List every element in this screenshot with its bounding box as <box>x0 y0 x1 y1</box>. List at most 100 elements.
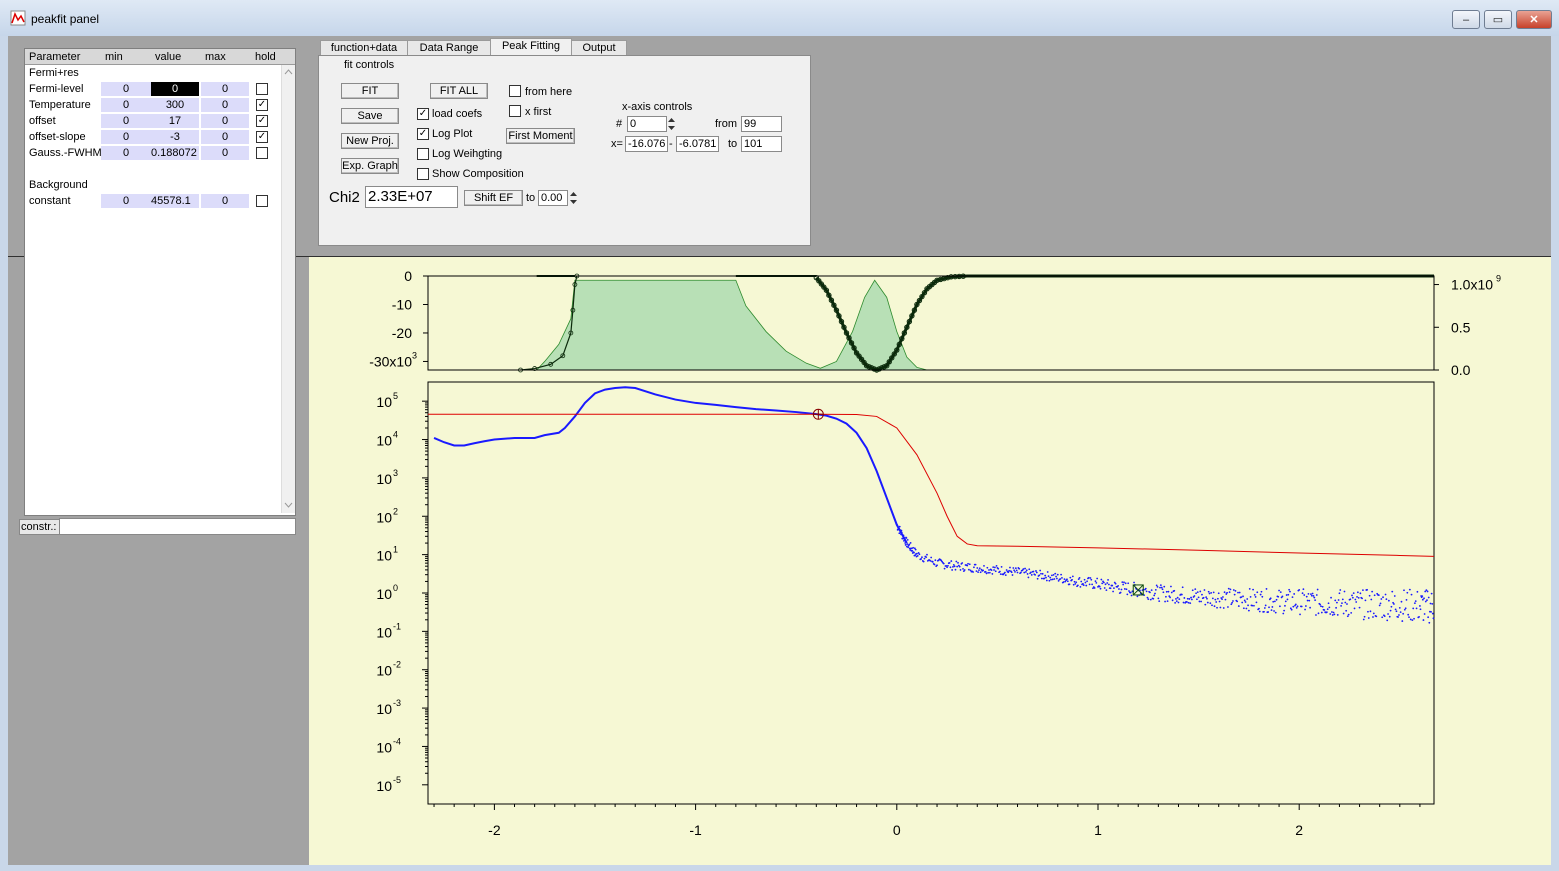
data-point <box>1127 582 1130 585</box>
data-point <box>961 562 964 564</box>
residual-left-tick-label: -10 <box>392 296 412 312</box>
data-point <box>1118 588 1120 590</box>
data-point <box>1232 589 1235 591</box>
data-point <box>986 566 989 569</box>
data-point <box>1356 595 1358 598</box>
data-point <box>1416 590 1419 593</box>
data-point <box>1398 614 1400 616</box>
data-point <box>1294 603 1297 606</box>
data-point <box>1335 606 1337 609</box>
data-point <box>1242 595 1244 598</box>
data-point <box>1076 584 1079 587</box>
data-point <box>1331 614 1334 616</box>
data-point <box>925 556 928 559</box>
data-point <box>907 546 910 549</box>
data-point <box>1191 589 1194 592</box>
data-curve <box>433 386 908 544</box>
data-point <box>1036 577 1039 580</box>
data-point <box>1133 581 1135 584</box>
data-point <box>1085 584 1088 587</box>
main-plot-frame <box>427 381 1435 805</box>
y-tick-exponent: 3 <box>393 468 398 478</box>
data-point <box>1303 594 1306 596</box>
data-point <box>1403 589 1405 592</box>
data-point <box>922 560 925 563</box>
data-point <box>1045 579 1048 582</box>
data-point <box>1402 612 1405 615</box>
data-point <box>1178 598 1181 600</box>
data-point <box>1236 600 1239 603</box>
data-point <box>991 573 994 575</box>
data-point <box>1408 616 1410 619</box>
data-point <box>942 562 945 565</box>
data-point <box>1185 601 1188 603</box>
data-point <box>1087 576 1090 579</box>
data-point <box>1088 583 1091 586</box>
data-point <box>921 556 923 559</box>
data-point <box>997 567 1000 570</box>
data-point <box>1332 611 1335 614</box>
data-point <box>1254 596 1257 598</box>
data-point <box>1391 590 1394 593</box>
data-point <box>1264 604 1267 607</box>
y-tick-exponent: -5 <box>393 775 401 785</box>
data-point <box>995 564 998 567</box>
residual-left-tick-label: 0 <box>404 268 412 284</box>
data-point <box>1093 587 1096 589</box>
data-point <box>1419 608 1422 611</box>
data-point <box>1040 577 1043 580</box>
data-point <box>1287 593 1290 596</box>
data-point <box>1229 588 1232 591</box>
data-point <box>1111 584 1114 587</box>
data-point <box>1336 601 1338 604</box>
data-point <box>1411 619 1414 622</box>
data-point <box>1126 593 1129 596</box>
data-point <box>1427 596 1430 599</box>
composition-right-tick-exponent: 9 <box>1496 274 1501 284</box>
data-point <box>987 571 990 574</box>
data-point <box>1263 610 1265 613</box>
data-point <box>1074 582 1077 585</box>
data-point <box>1351 596 1354 599</box>
data-point <box>1098 585 1101 588</box>
data-point <box>1361 597 1363 600</box>
data-point <box>1130 594 1133 597</box>
data-point <box>1270 609 1273 611</box>
data-point <box>1329 613 1332 615</box>
data-point <box>1302 588 1305 591</box>
data-point <box>1000 565 1003 568</box>
data-point <box>900 533 902 536</box>
data-point <box>1312 595 1315 597</box>
data-point <box>1390 605 1393 608</box>
data-point <box>1307 592 1310 595</box>
data-point <box>1162 591 1165 594</box>
y-tick-label: 10 <box>376 433 392 449</box>
data-point <box>1251 604 1254 607</box>
data-point <box>1213 605 1216 608</box>
data-point <box>1023 571 1026 574</box>
data-point <box>1389 609 1392 612</box>
data-point <box>1019 571 1022 574</box>
data-point <box>1371 590 1374 593</box>
data-point <box>1160 586 1163 589</box>
data-point <box>904 544 907 546</box>
data-point <box>1258 607 1260 610</box>
data-point <box>1243 599 1246 602</box>
data-point <box>1072 583 1075 586</box>
data-point <box>903 538 906 541</box>
y-tick-exponent: -1 <box>393 621 401 631</box>
data-point <box>1129 591 1132 594</box>
data-point <box>1304 608 1306 611</box>
data-point <box>1169 596 1171 599</box>
data-point <box>1321 605 1324 608</box>
data-point <box>1242 607 1245 610</box>
data-point <box>1175 598 1177 600</box>
data-point <box>1011 574 1014 576</box>
data-point <box>1373 594 1376 597</box>
data-point <box>1424 600 1427 603</box>
data-point <box>1423 597 1425 600</box>
data-point <box>1379 602 1382 605</box>
data-point <box>1016 571 1019 574</box>
data-point <box>1387 599 1390 602</box>
data-point <box>1156 585 1159 588</box>
